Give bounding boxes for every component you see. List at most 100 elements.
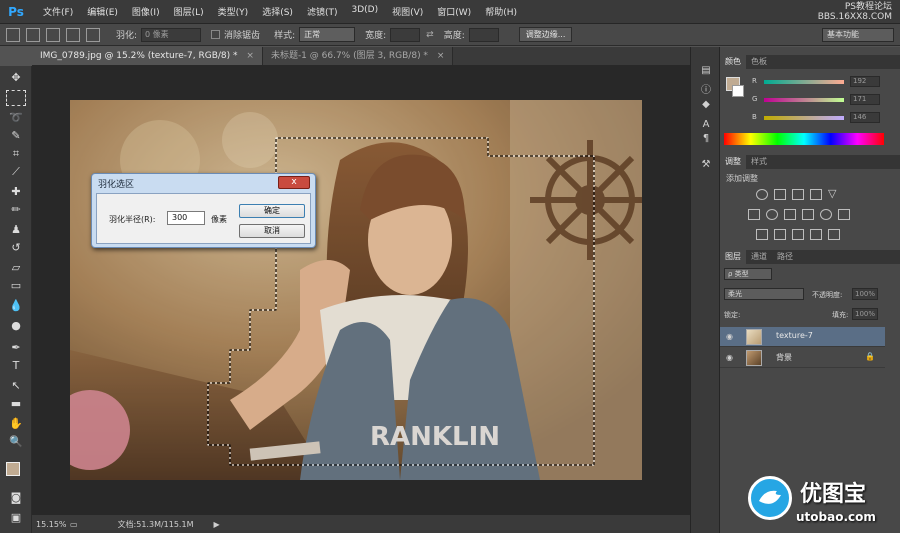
hand-tool-icon[interactable]: ✋ [6,416,26,432]
quick-select-tool-icon[interactable]: ✎ [6,128,26,144]
move-tool-icon[interactable]: ✥ [6,70,26,86]
brightness-icon[interactable] [756,189,768,200]
menu-help[interactable]: 帮助(H) [478,5,524,18]
tab-swatches[interactable]: 色板 [746,55,772,69]
cancel-button[interactable]: 取消 [239,224,305,238]
quick-mask-icon[interactable]: ◙ [6,490,26,506]
color-lookup-icon[interactable] [838,209,850,220]
dialog-close-button[interactable]: x [278,176,310,189]
new-selection-icon[interactable] [26,27,40,42]
layer-row-texture[interactable]: ◉ texture-7 [720,327,885,347]
menu-view[interactable]: 视图(V) [385,5,430,18]
channel-mixer-icon[interactable] [820,209,832,220]
canvas-area[interactable]: RANKLIN [32,65,690,515]
healing-brush-tool-icon[interactable]: ✚ [6,184,26,200]
eye-icon[interactable]: ◉ [726,353,736,363]
pen-tool-icon[interactable]: ✒ [6,340,26,356]
history-panel-icon[interactable]: ▤ [697,63,715,79]
width-input[interactable] [390,27,421,42]
layer-filter-select[interactable]: ρ 类型 [724,268,772,280]
subtract-selection-icon[interactable] [66,27,80,42]
tab-styles[interactable]: 样式 [746,155,772,169]
eye-icon[interactable]: ◉ [726,332,736,342]
menu-layer[interactable]: 图层(L) [167,5,211,18]
brush-panel-icon[interactable]: ◆ [697,97,715,113]
tab-document-2[interactable]: 未标题-1 @ 66.7% (图层 3, RGB/8) * × [262,47,454,65]
menu-type[interactable]: 类型(Y) [211,5,256,18]
hue-saturation-icon[interactable] [748,209,760,220]
tab-adjustments[interactable]: 调整 [720,155,746,169]
tab-paths[interactable]: 路径 [772,250,798,264]
selective-color-icon[interactable] [810,229,822,240]
antialias-checkbox[interactable] [211,30,221,39]
menu-edit[interactable]: 编辑(E) [80,5,125,18]
eyedropper-tool-icon[interactable]: ⟋ [6,164,26,180]
color-spectrum-bar[interactable] [724,133,884,145]
workspace-select[interactable]: 基本功能 [822,28,894,42]
close-icon[interactable]: × [437,51,445,61]
eraser-tool-icon[interactable]: ▱ [6,260,26,276]
menu-window[interactable]: 窗口(W) [430,5,478,18]
tab-color[interactable]: 颜色 [720,55,746,69]
gradient-map-icon[interactable] [828,229,840,240]
tab-document-1[interactable]: IMG_0789.jpg @ 15.2% (texture-7, RGB/8) … [32,47,263,65]
menu-image[interactable]: 图像(I) [125,5,167,18]
marquee-preset-icon[interactable] [6,27,20,42]
menu-filter[interactable]: 滤镜(T) [300,5,345,18]
close-icon[interactable]: × [246,51,254,61]
refine-edge-button[interactable]: 调整边缘... [518,27,573,42]
menu-file[interactable]: 文件(F) [36,5,80,18]
threshold-icon[interactable] [792,229,804,240]
blend-mode-select[interactable]: 柔光 [724,288,804,300]
levels-icon[interactable] [774,189,786,200]
slider-green[interactable]: G 171 [752,94,892,105]
feather-radius-input[interactable]: 300 [167,211,205,225]
black-white-icon[interactable] [784,209,796,220]
swap-icon[interactable]: ⇄ [426,30,434,40]
lasso-tool-icon[interactable]: ➰ [6,110,26,126]
blur-tool-icon[interactable]: 💧 [6,298,26,314]
bg-color-chip[interactable] [732,85,744,97]
invert-icon[interactable] [756,229,768,240]
zoom-level[interactable]: 15.15% [36,520,67,529]
foreground-color-swatch[interactable] [6,462,20,476]
path-select-tool-icon[interactable]: ↖ [6,378,26,394]
layer-row-background[interactable]: ◉ 背景 🔒 [720,348,885,368]
slider-red[interactable]: R 192 [752,76,892,87]
opacity-input[interactable]: 100% [852,288,878,300]
screen-mode-icon[interactable]: ▣ [6,510,26,526]
type-tool-icon[interactable]: T [6,358,26,374]
rect-marquee-tool-icon[interactable] [6,90,26,106]
play-arrow-icon[interactable]: ▶ [213,520,219,529]
zoom-tool-icon[interactable]: 🔍 [6,434,26,450]
tab-channels[interactable]: 通道 [746,250,772,264]
curves-icon[interactable] [792,189,804,200]
fill-input[interactable]: 100% [852,308,878,320]
add-selection-icon[interactable] [46,27,60,42]
photo-filter-icon[interactable] [802,209,814,220]
posterize-icon[interactable] [774,229,786,240]
clone-stamp-tool-icon[interactable]: ♟ [6,222,26,238]
vibrance-icon[interactable]: ▽ [828,188,840,200]
crop-tool-icon[interactable]: ⌗ [6,146,26,162]
slider-blue[interactable]: B 146 [752,112,892,123]
tool-presets-icon[interactable]: ⚒ [697,157,715,173]
tab-layers[interactable]: 图层 [720,250,746,264]
document-canvas[interactable]: RANKLIN [70,100,642,480]
ok-button[interactable]: 确定 [239,204,305,218]
style-select[interactable]: 正常 [299,27,356,42]
shape-tool-icon[interactable]: ▬ [6,396,26,412]
feather-input[interactable]: 0 像素 [141,27,202,42]
intersect-selection-icon[interactable] [86,27,100,42]
history-brush-tool-icon[interactable]: ↺ [6,240,26,256]
gradient-tool-icon[interactable]: ▭ [6,278,26,294]
export-icon[interactable]: ▭ [70,520,78,529]
menu-3d[interactable]: 3D(D) [344,5,385,18]
paragraph-panel-icon[interactable]: ¶ [697,131,715,147]
dodge-tool-icon[interactable]: ● [6,318,26,334]
color-balance-icon[interactable] [766,209,778,220]
height-input[interactable] [468,27,499,42]
exposure-icon[interactable] [810,189,822,200]
menu-select[interactable]: 选择(S) [255,5,300,18]
brush-tool-icon[interactable]: ✏ [6,202,26,218]
